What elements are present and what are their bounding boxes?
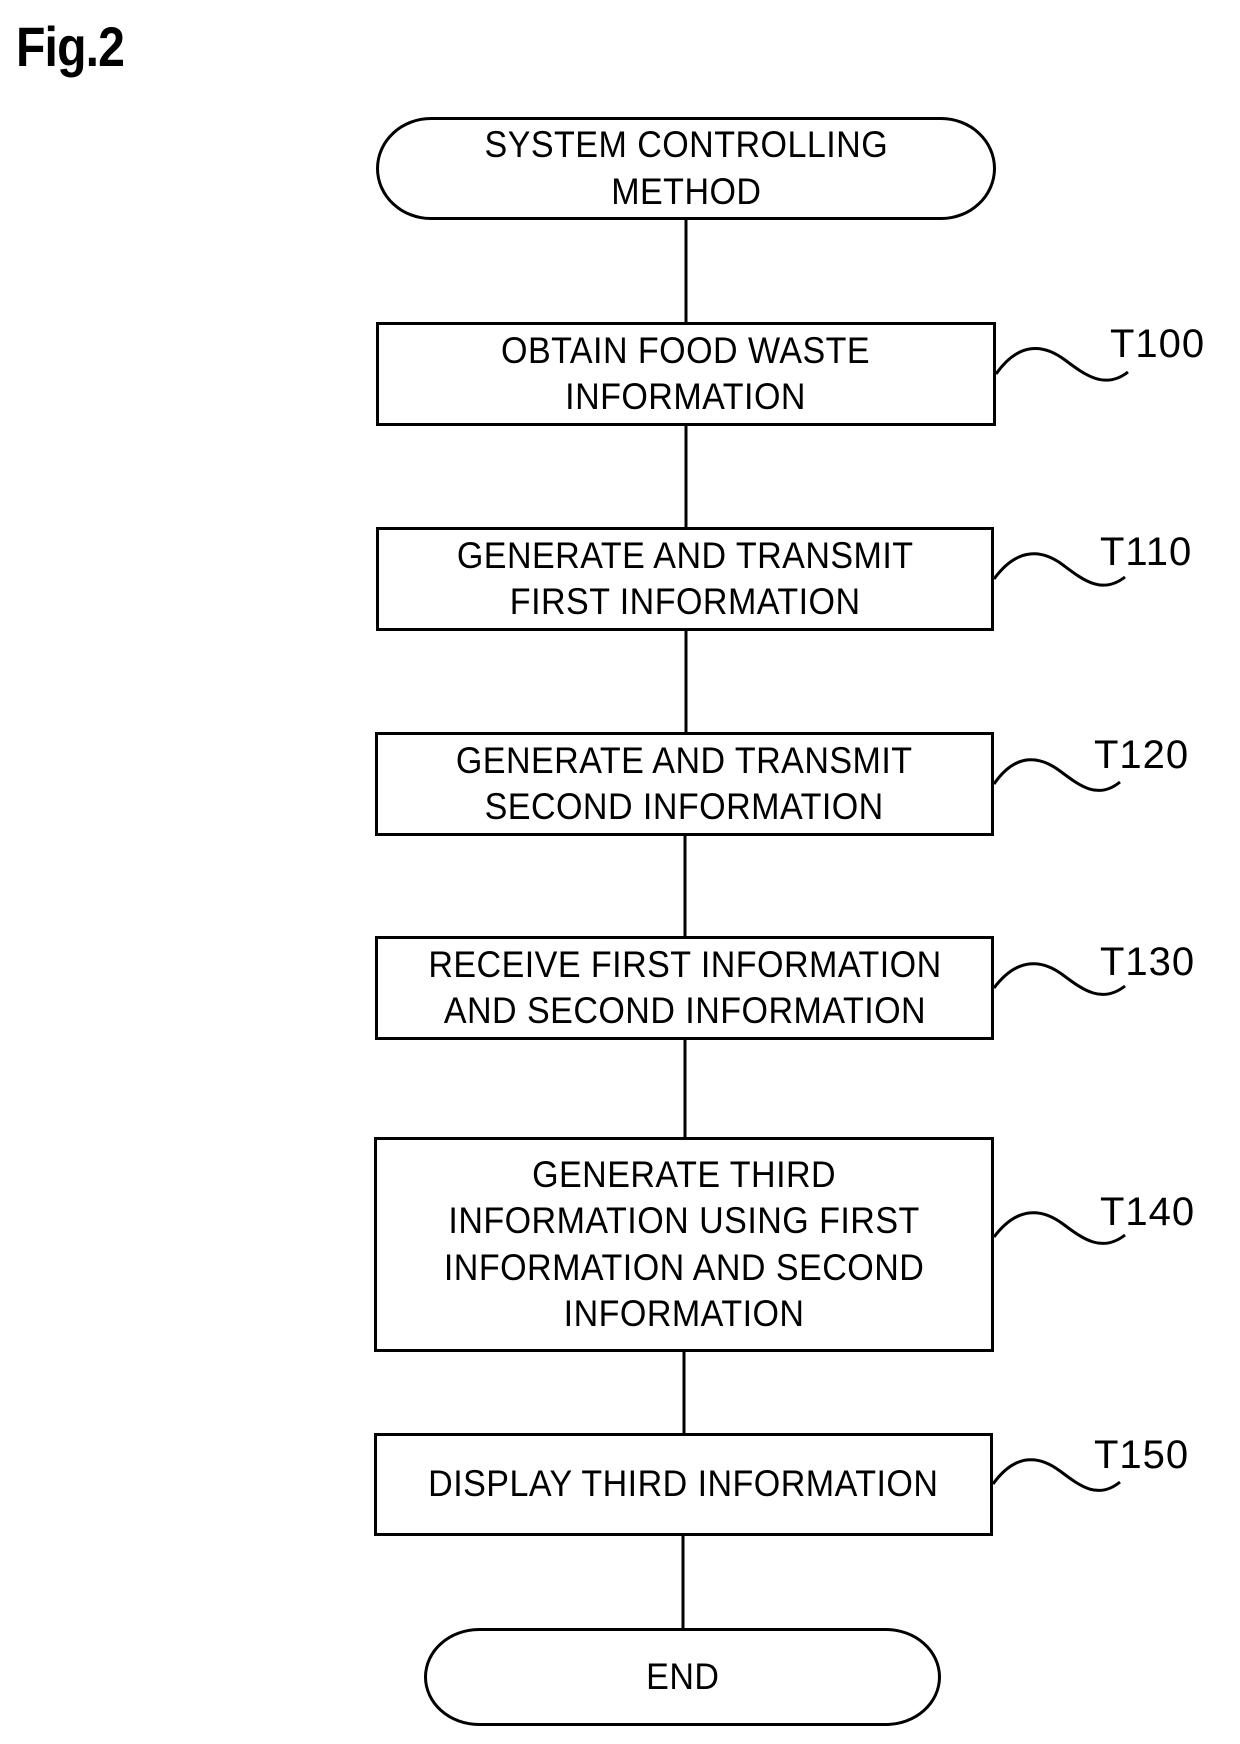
start-label: SYSTEM CONTROLLING METHOD bbox=[484, 124, 888, 212]
step-id-t120: T120 bbox=[1094, 733, 1190, 777]
step-label: DISPLAY THIRD INFORMATION bbox=[428, 1463, 939, 1505]
process-step-t130: RECEIVE FIRST INFORMATION AND SECOND INF… bbox=[375, 936, 994, 1040]
step-id-t140: T140 bbox=[1100, 1190, 1196, 1234]
end-terminal: END bbox=[424, 1628, 941, 1726]
end-label: END bbox=[645, 1655, 720, 1697]
process-step-t120: GENERATE AND TRANSMIT SECOND INFORMATION bbox=[375, 732, 994, 836]
leader-line-t100 bbox=[994, 347, 1129, 382]
step-label: GENERATE AND TRANSMIT FIRST INFORMATION bbox=[456, 534, 914, 622]
step-label: GENERATE AND TRANSMIT SECOND INFORMATION bbox=[456, 739, 913, 827]
step-label: GENERATE THIRD INFORMATION USING FIRST I… bbox=[443, 1154, 925, 1334]
step-id-t150: T150 bbox=[1094, 1433, 1190, 1477]
process-step-t140: GENERATE THIRD INFORMATION USING FIRST I… bbox=[374, 1137, 994, 1352]
step-label: OBTAIN FOOD WASTE INFORMATION bbox=[501, 329, 871, 417]
step-label: RECEIVE FIRST INFORMATION AND SECOND INF… bbox=[427, 943, 942, 1031]
process-step-t110: GENERATE AND TRANSMIT FIRST INFORMATION bbox=[376, 527, 994, 631]
step-id-t100: T100 bbox=[1110, 322, 1206, 366]
step-id-t110: T110 bbox=[1100, 530, 1193, 574]
process-step-t150: DISPLAY THIRD INFORMATION bbox=[374, 1433, 993, 1536]
step-id-t130: T130 bbox=[1100, 940, 1196, 984]
process-step-t100: OBTAIN FOOD WASTE INFORMATION bbox=[376, 322, 996, 426]
start-terminal: SYSTEM CONTROLLING METHOD bbox=[376, 117, 996, 220]
